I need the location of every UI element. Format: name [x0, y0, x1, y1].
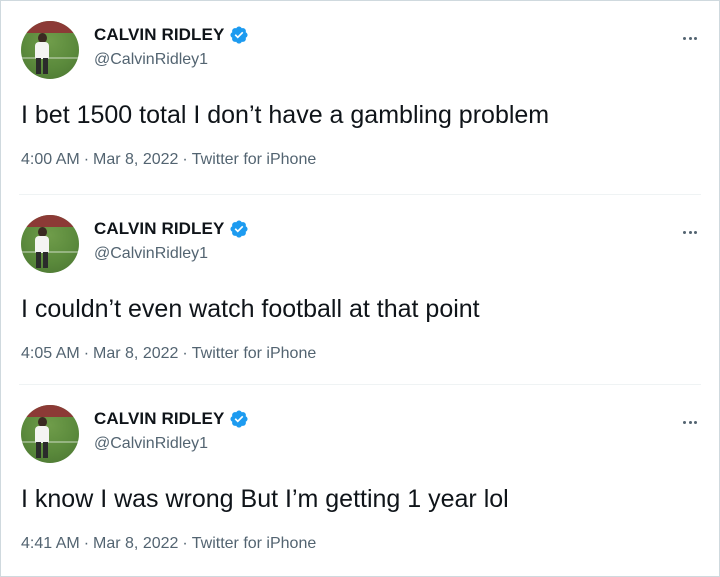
avatar-player-legs	[36, 252, 48, 268]
avatar-player-legs	[36, 442, 48, 458]
tweet-source[interactable]: Twitter for iPhone	[192, 151, 317, 168]
avatar-player-body	[35, 236, 49, 253]
meta-separator: ·	[83, 151, 90, 168]
meta-separator: ·	[182, 151, 188, 168]
more-options-icon[interactable]	[680, 222, 700, 242]
tweet-text: I bet 1500 total I don’t have a gambling…	[21, 101, 550, 129]
avatar-player-legs	[36, 58, 48, 74]
tweet-time[interactable]: 4:41 AM	[21, 535, 80, 552]
meta-separator: ·	[83, 535, 90, 552]
author-name[interactable]: CALVIN RIDLEY	[94, 219, 224, 239]
tweet-meta: 4:05 AM · Mar 8, 2022 · Twitter for iPhone	[21, 345, 316, 363]
tweet-date[interactable]: Mar 8, 2022	[93, 151, 178, 168]
tweet-time[interactable]: 4:00 AM	[21, 151, 80, 168]
profile-avatar[interactable]	[21, 215, 79, 273]
author-name-row[interactable]: CALVIN RIDLEY	[94, 409, 249, 429]
author-handle[interactable]: @CalvinRidley1	[94, 435, 208, 453]
avatar-player-body	[35, 426, 49, 443]
tweet-text: I know I was wrong But I’m getting 1 yea…	[21, 485, 509, 513]
avatar-background	[21, 405, 79, 417]
verified-badge-icon	[230, 220, 248, 238]
profile-avatar[interactable]	[21, 21, 79, 79]
more-options-icon[interactable]	[680, 412, 700, 432]
avatar-background	[21, 21, 79, 33]
tweet-time[interactable]: 4:05 AM	[21, 345, 80, 362]
author-name[interactable]: CALVIN RIDLEY	[94, 409, 224, 429]
tweet-meta: 4:00 AM · Mar 8, 2022 · Twitter for iPhone	[21, 151, 316, 169]
author-name-row[interactable]: CALVIN RIDLEY	[94, 25, 249, 45]
verified-badge-icon	[230, 26, 248, 44]
author-handle[interactable]: @CalvinRidley1	[94, 245, 208, 263]
author-handle[interactable]: @CalvinRidley1	[94, 51, 208, 69]
avatar-field-line	[21, 440, 79, 443]
verified-badge-icon	[230, 410, 248, 428]
more-options-icon[interactable]	[680, 28, 700, 48]
tweet-card[interactable]: CALVIN RIDLEY @CalvinRidley1 I bet 1500 …	[2, 1, 718, 194]
meta-separator: ·	[182, 345, 188, 362]
meta-separator: ·	[83, 345, 90, 362]
tweet-source[interactable]: Twitter for iPhone	[192, 535, 317, 552]
profile-avatar[interactable]	[21, 405, 79, 463]
avatar-field-line	[21, 56, 79, 59]
tweet-date[interactable]: Mar 8, 2022	[93, 535, 178, 552]
author-name[interactable]: CALVIN RIDLEY	[94, 25, 224, 45]
avatar-field-line	[21, 250, 79, 253]
tweet-meta: 4:41 AM · Mar 8, 2022 · Twitter for iPhone	[21, 535, 316, 553]
meta-separator: ·	[182, 535, 188, 552]
avatar-background	[21, 215, 79, 227]
author-name-row[interactable]: CALVIN RIDLEY	[94, 219, 249, 239]
tweet-card[interactable]: CALVIN RIDLEY @CalvinRidley1 I know I wa…	[2, 385, 718, 576]
tweet-text: I couldn’t even watch football at that p…	[21, 295, 480, 323]
tweets-frame: CALVIN RIDLEY @CalvinRidley1 I bet 1500 …	[0, 0, 720, 577]
tweet-date[interactable]: Mar 8, 2022	[93, 345, 178, 362]
tweet-source[interactable]: Twitter for iPhone	[192, 345, 317, 362]
tweet-card[interactable]: CALVIN RIDLEY @CalvinRidley1 I couldn’t …	[2, 195, 718, 384]
avatar-player-body	[35, 42, 49, 59]
